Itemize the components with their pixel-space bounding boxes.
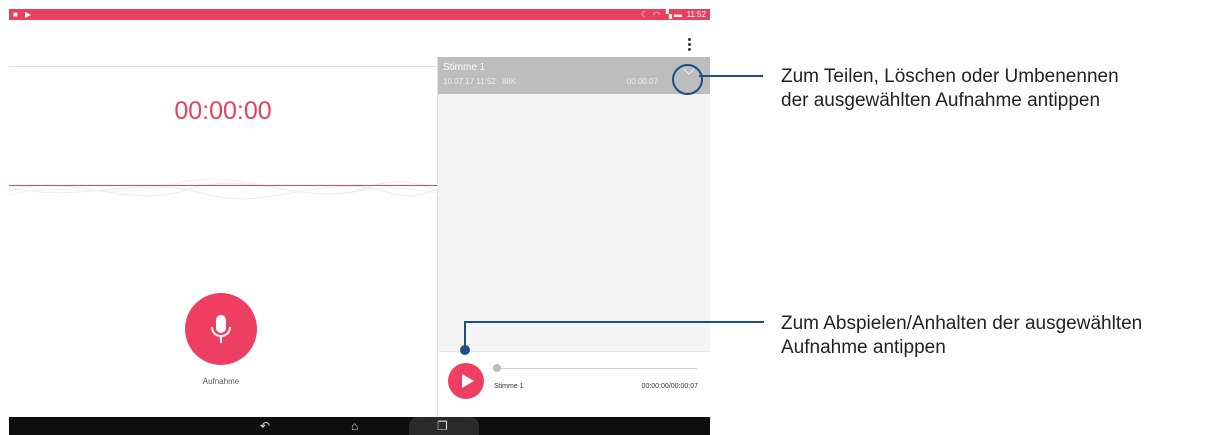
back-icon[interactable]: ↶ bbox=[260, 418, 270, 434]
player-bar: Stimme 1 00:00:00/00:00:07 bbox=[438, 351, 710, 418]
play-callout-horizontal bbox=[464, 321, 764, 323]
recordings-pane: Stimme 1 10.07.17 11:52 88K 00:00:07 Sti… bbox=[437, 57, 710, 418]
recording-date: 10.07.17 11:52 bbox=[443, 77, 496, 86]
options-callout-text: Zum Teilen, Löschen oder Umbenennen der … bbox=[781, 65, 1119, 113]
player-time: 00:00:00/00:00:07 bbox=[641, 383, 698, 390]
recording-name: Stimme 1 bbox=[443, 62, 486, 73]
home-icon[interactable]: ⌂ bbox=[351, 418, 358, 434]
play-callout-line1: Zum Abspielen/Anhalten der ausgewählten bbox=[781, 313, 1143, 334]
wifi-icon: ◠ bbox=[653, 10, 660, 19]
tablet-screen: ■ ▶ ☾ ◠ ▚ ▬ 11:52 00:00:00 Aufnahme Stim… bbox=[9, 9, 710, 435]
recording-level-line bbox=[9, 185, 437, 186]
recording-duration: 00:00:07 bbox=[626, 77, 658, 86]
play-callout-dot bbox=[460, 345, 470, 355]
battery-icon: ▬ bbox=[674, 10, 682, 19]
recording-list-item[interactable]: Stimme 1 10.07.17 11:52 88K 00:00:07 bbox=[438, 57, 710, 94]
options-callout-line2: der ausgewählten Aufnahme antippen bbox=[781, 90, 1101, 111]
player-track-name: Stimme 1 bbox=[494, 383, 524, 390]
options-highlight-circle bbox=[672, 64, 703, 95]
recording-meta: 10.07.17 11:52 88K bbox=[443, 77, 516, 86]
status-bar: ■ ▶ ☾ ◠ ▚ ▬ 11:52 bbox=[9, 9, 710, 20]
notification-icon: ■ bbox=[13, 10, 18, 19]
seek-handle[interactable] bbox=[493, 364, 501, 372]
options-callout-line1: Zum Teilen, Löschen oder Umbenennen bbox=[781, 66, 1119, 87]
options-callout-line bbox=[699, 75, 763, 77]
no-sim-icon: ▚ bbox=[665, 10, 672, 19]
status-time: 11:52 bbox=[686, 10, 706, 19]
play-icon bbox=[462, 374, 474, 388]
recent-apps-icon[interactable]: ❐ bbox=[437, 418, 448, 434]
navigation-bar: ↶ ⌂ ❐ bbox=[9, 417, 710, 435]
play-callout-line2: Aufnahme antippen bbox=[781, 337, 946, 358]
recording-size: 88K bbox=[502, 77, 517, 86]
seek-bar[interactable] bbox=[501, 368, 697, 369]
more-options-icon[interactable] bbox=[688, 38, 692, 53]
microphone-icon bbox=[211, 315, 231, 343]
moon-icon: ☾ bbox=[640, 10, 648, 19]
play-callout-text: Zum Abspielen/Anhalten der ausgewählten … bbox=[781, 312, 1142, 360]
waveform-graphic bbox=[9, 178, 437, 200]
play-button[interactable] bbox=[448, 363, 484, 399]
record-button[interactable] bbox=[185, 293, 257, 365]
recording-timer: 00:00:00 bbox=[174, 97, 272, 125]
record-label: Aufnahme bbox=[202, 377, 240, 386]
play-store-icon: ▶ bbox=[25, 10, 32, 19]
